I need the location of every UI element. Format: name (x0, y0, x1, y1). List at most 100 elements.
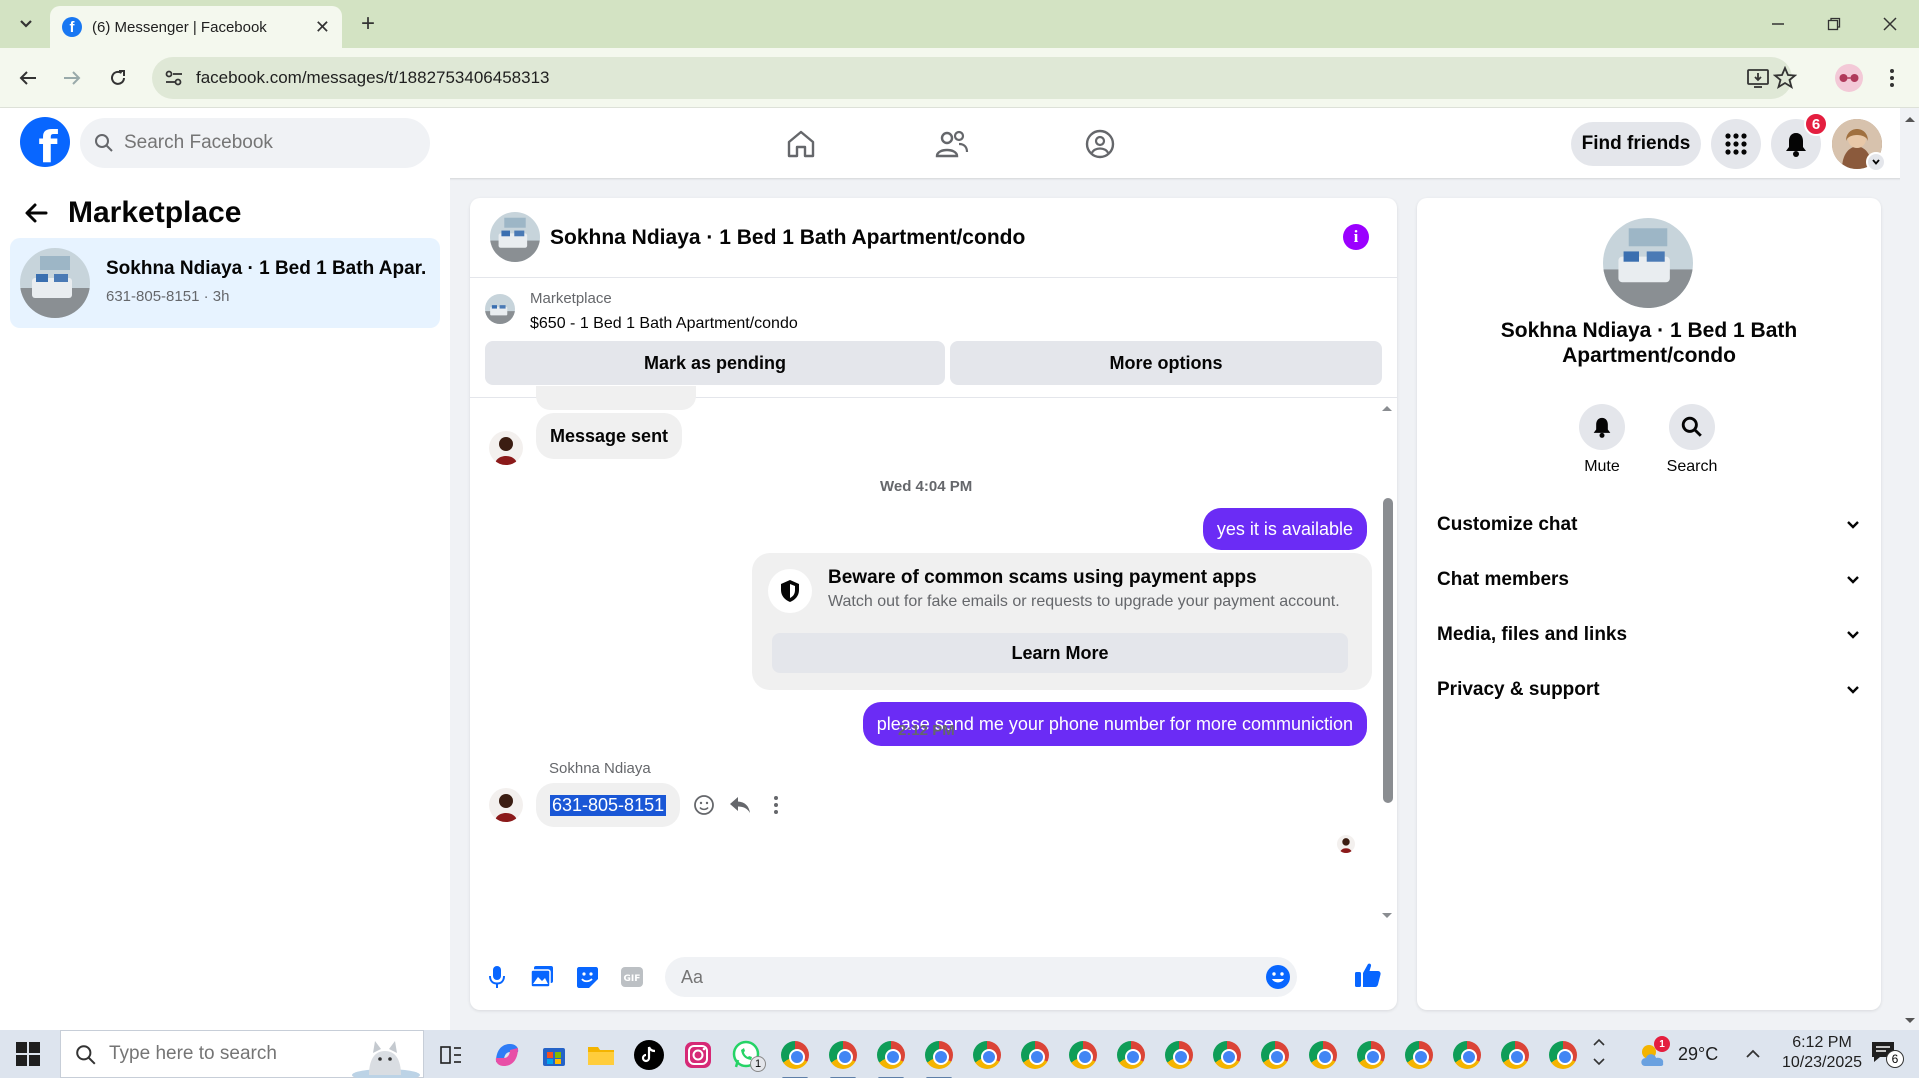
message-input-wrapper[interactable] (665, 957, 1297, 997)
close-window-button[interactable] (1862, 8, 1918, 40)
taskbar-chrome-9[interactable] (1162, 1038, 1196, 1072)
chat-info-avatar[interactable] (1603, 218, 1693, 308)
taskbar-store[interactable] (537, 1038, 571, 1072)
notification-center-button[interactable]: 6 (1870, 1040, 1910, 1070)
taskbar-whatsapp[interactable]: 1 (730, 1038, 766, 1072)
taskbar-chrome-5[interactable] (970, 1038, 1004, 1072)
taskbar-instagram[interactable] (681, 1038, 715, 1072)
nav-groups[interactable] (1078, 122, 1122, 166)
scroll-thumb[interactable] (1383, 498, 1393, 803)
nav-friends[interactable] (930, 122, 974, 166)
taskbar-chrome-3[interactable] (874, 1038, 908, 1078)
taskbar-chrome-10[interactable] (1210, 1038, 1244, 1072)
mute-circle[interactable] (1579, 404, 1625, 450)
bookmark-star-icon[interactable] (1773, 66, 1797, 90)
taskbar-tiktok[interactable] (632, 1038, 666, 1072)
gif-button[interactable]: GIF (618, 963, 646, 991)
taskbar-chrome-6[interactable] (1018, 1038, 1052, 1072)
taskbar-chrome-13[interactable] (1354, 1038, 1388, 1072)
hidden-icons-chevron-icon[interactable] (1745, 1048, 1761, 1060)
section-media-files-links[interactable]: Media, files and links (1437, 615, 1861, 655)
scroll-up-icon[interactable] (1381, 403, 1393, 413)
send-like-button[interactable] (1354, 961, 1382, 989)
reply-button[interactable] (727, 792, 753, 818)
browser-tab[interactable]: f (6) Messenger | Facebook ✕ (50, 6, 342, 48)
bell-icon (1593, 417, 1611, 438)
section-customize-chat[interactable]: Customize chat (1437, 505, 1861, 545)
find-friends-button[interactable]: Find friends (1571, 122, 1701, 166)
chat-header-avatar[interactable] (490, 212, 540, 262)
task-view-button[interactable] (434, 1038, 468, 1072)
taskbar-copilot[interactable] (490, 1038, 524, 1072)
taskbar-search[interactable] (60, 1030, 424, 1078)
search-circle[interactable] (1669, 404, 1715, 450)
message-scrollbar[interactable] (1380, 403, 1393, 943)
taskbar-chrome-4[interactable] (922, 1038, 956, 1078)
phone-number-text[interactable]: 631-805-8151 (550, 794, 667, 816)
emoji-icon[interactable] (1265, 964, 1291, 990)
taskbar-chrome-2[interactable] (826, 1038, 860, 1078)
new-tab-button[interactable]: + (354, 10, 382, 38)
site-settings-icon[interactable] (162, 66, 186, 90)
message-more-button[interactable] (763, 792, 789, 818)
facebook-search[interactable] (80, 118, 430, 168)
facebook-search-input[interactable] (124, 128, 414, 158)
forward-button[interactable] (56, 62, 88, 94)
taskbar-chrome-1[interactable] (778, 1038, 812, 1078)
taskbar-chrome-14[interactable] (1402, 1038, 1436, 1072)
scroll-down-icon[interactable] (1381, 911, 1393, 921)
taskbar-chrome-15[interactable] (1450, 1038, 1484, 1072)
search-in-chat-button[interactable]: Search (1652, 404, 1732, 476)
taskbar-search-input[interactable] (109, 1043, 349, 1065)
address-bar[interactable]: facebook.com/messages/t/1882753406458313 (152, 57, 1792, 99)
taskbar-chrome-12[interactable] (1306, 1038, 1340, 1072)
windows-start-icon[interactable] (16, 1042, 40, 1066)
more-options-button[interactable]: More options (950, 341, 1382, 385)
install-app-icon[interactable] (1746, 66, 1770, 90)
attach-photo-button[interactable] (528, 963, 556, 991)
info-icon[interactable]: i (1343, 224, 1369, 250)
weather-widget[interactable]: 1 (1636, 1036, 1670, 1072)
mark-as-pending-button[interactable]: Mark as pending (485, 341, 945, 385)
facebook-logo[interactable]: f (20, 117, 70, 167)
message-input[interactable] (681, 965, 1241, 989)
reload-button[interactable] (102, 62, 134, 94)
sticker-button[interactable] (573, 963, 601, 991)
nav-home[interactable] (779, 122, 823, 166)
listing-description[interactable]: $650 - 1 Bed 1 Bath Apartment/condo (530, 315, 798, 333)
taskbar-chrome-16[interactable] (1498, 1038, 1532, 1072)
voice-clip-button[interactable] (483, 963, 511, 991)
taskbar-chrome-7[interactable] (1066, 1038, 1100, 1072)
page-scrollbar[interactable] (1900, 108, 1919, 1030)
conversation-item[interactable]: Sokhna Ndiaya · 1 Bed 1 Bath Apar... 631… (10, 238, 440, 328)
account-chevron[interactable] (1866, 152, 1886, 172)
tab-search-button[interactable] (12, 10, 40, 38)
taskbar-scroll[interactable] (1592, 1036, 1606, 1072)
taskbar-file-explorer[interactable] (584, 1038, 618, 1072)
incoming-message[interactable]: 631-805-8151 (536, 783, 681, 827)
learn-more-button[interactable]: Learn More (772, 633, 1348, 673)
sticker-icon (577, 967, 598, 988)
minimize-button[interactable] (1750, 8, 1806, 40)
back-arrow-icon[interactable] (24, 201, 48, 225)
restore-button[interactable] (1806, 8, 1862, 40)
menu-button[interactable] (1711, 119, 1761, 169)
react-button[interactable] (691, 792, 717, 818)
scroll-down-icon[interactable] (1904, 1016, 1916, 1026)
profile-avatar-button[interactable] (1835, 64, 1863, 92)
mute-button[interactable]: Mute (1562, 404, 1642, 476)
browser-menu-button[interactable] (1880, 64, 1904, 92)
weather-temp[interactable]: 29°C (1678, 1044, 1718, 1065)
section-chat-members[interactable]: Chat members (1437, 560, 1861, 600)
chat-title[interactable]: Sokhna Ndiaya · 1 Bed 1 Bath Apartment/c… (550, 226, 1025, 250)
section-privacy-support[interactable]: Privacy & support (1437, 670, 1861, 710)
scroll-up-icon[interactable] (1904, 114, 1916, 124)
outgoing-message[interactable]: yes it is available (1202, 508, 1367, 550)
taskbar-chrome-8[interactable] (1114, 1038, 1148, 1072)
clock[interactable]: 6:12 PM 10/23/2025 (1782, 1034, 1862, 1072)
taskbar-chrome-17[interactable] (1546, 1038, 1580, 1072)
back-button[interactable] (12, 62, 44, 94)
close-tab-icon[interactable]: ✕ (315, 17, 330, 38)
taskbar-chrome-11[interactable] (1258, 1038, 1292, 1072)
mute-label: Mute (1584, 458, 1620, 475)
